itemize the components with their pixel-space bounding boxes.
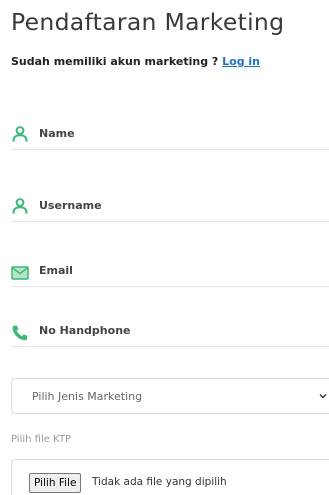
page-title: Pendaftaran Marketing (11, 8, 285, 36)
marketing-type-selected: Pilih Jenis Marketing (32, 390, 143, 403)
email-field[interactable]: Email (11, 260, 329, 287)
envelope-icon (11, 266, 29, 280)
marketing-type-select[interactable]: Pilih Jenis Marketing (11, 378, 329, 414)
phone-field[interactable]: No Handphone (11, 320, 329, 347)
choose-file-button[interactable]: Pilih File (29, 473, 82, 493)
login-prompt-text: Sudah memiliki akun marketing ? (11, 55, 223, 68)
username-placeholder: Username (39, 199, 102, 212)
phone-icon (12, 325, 28, 341)
user-icon (12, 126, 28, 142)
phone-placeholder: No Handphone (39, 324, 131, 337)
ktp-label: Pilih file KTP (11, 434, 71, 445)
name-placeholder: Name (39, 127, 75, 140)
username-field[interactable]: Username (11, 195, 329, 222)
name-field[interactable]: Name (11, 123, 329, 150)
file-status-text: Tidak ada file yang dipilih (92, 476, 227, 488)
login-link[interactable]: Log in (222, 55, 260, 68)
ktp-file-input[interactable]: Pilih File Tidak ada file yang dipilih (11, 459, 329, 495)
user-icon (12, 198, 28, 214)
email-placeholder: Email (39, 264, 73, 277)
login-prompt: Sudah memiliki akun marketing ? Log in (11, 55, 260, 68)
chevron-down-icon (319, 394, 327, 399)
